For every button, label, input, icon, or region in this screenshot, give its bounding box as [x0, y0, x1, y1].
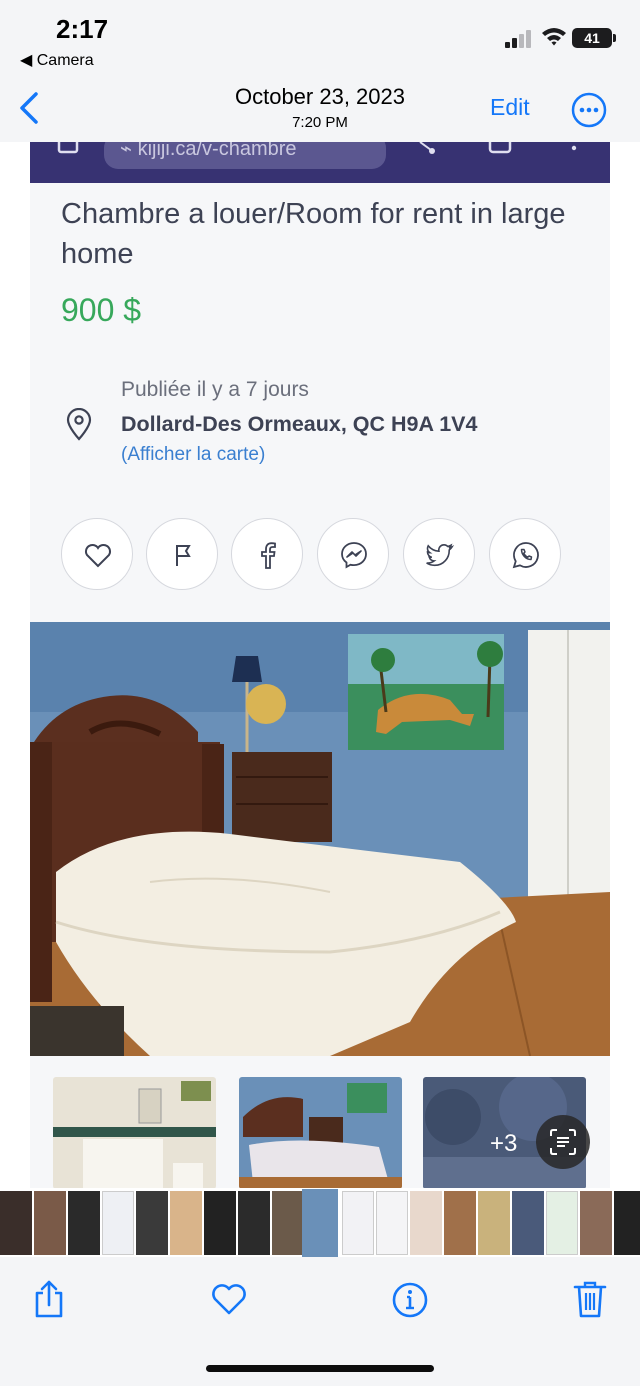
battery-cap: [613, 34, 616, 42]
facebook-share-button: [231, 518, 303, 590]
film-thumb[interactable]: [0, 1191, 32, 1255]
messenger-share-button: [317, 518, 389, 590]
film-thumb[interactable]: [478, 1191, 510, 1255]
posted-date: Publiée il y a 7 jours: [121, 378, 309, 401]
photo-filmstrip[interactable]: [0, 1189, 640, 1257]
listing-address: Dollard-Des Ormeaux, QC H9A 1V4: [121, 412, 478, 436]
bottom-toolbar: [0, 1257, 640, 1386]
film-thumb[interactable]: [546, 1191, 578, 1255]
film-thumb[interactable]: [170, 1191, 202, 1255]
live-text-icon: [550, 1129, 576, 1155]
show-map-link: (Afficher la carte): [121, 444, 266, 465]
photo-date: October 23, 2023: [234, 84, 405, 109]
film-thumb[interactable]: [512, 1191, 544, 1255]
share-icon[interactable]: [30, 1279, 68, 1319]
kijiji-header: ⌁ kijiji.ca/v-chambre: [30, 142, 610, 183]
film-thumb[interactable]: [376, 1191, 408, 1255]
share-icon: [419, 142, 435, 154]
film-thumb[interactable]: [34, 1191, 66, 1255]
film-thumb[interactable]: [410, 1191, 442, 1255]
wifi-icon: [542, 28, 566, 46]
heart-icon[interactable]: [210, 1279, 248, 1319]
twitter-icon: [426, 543, 455, 567]
home-indicator: [206, 1365, 434, 1372]
listing-price: 900 $: [61, 292, 142, 328]
cellular-signal-icon: [505, 30, 535, 48]
film-thumb[interactable]: [68, 1191, 100, 1255]
status-time: 2:17: [56, 14, 109, 44]
favorite-button: [61, 518, 133, 590]
trash-icon[interactable]: [571, 1279, 609, 1319]
location-pin-icon: [66, 408, 92, 441]
photo-viewer: 2:17 ◀ Camera 41 October 23, 2023 7:20 P…: [0, 0, 640, 1386]
edit-button[interactable]: Edit: [490, 94, 530, 121]
live-text-button[interactable]: [536, 1115, 590, 1169]
messenger-icon: [341, 542, 367, 569]
tab-count-icon: [488, 142, 512, 154]
film-thumb[interactable]: [204, 1191, 236, 1255]
thumbnail-bedroom: [239, 1077, 402, 1188]
photo-time: 7:20 PM: [292, 114, 348, 131]
thumbnail-bathroom: [53, 1077, 216, 1188]
film-thumb[interactable]: [614, 1191, 640, 1255]
report-button: [146, 518, 218, 590]
film-thumb[interactable]: [102, 1191, 134, 1255]
back-to-camera-link[interactable]: ◀ Camera: [20, 50, 94, 70]
battery-indicator: 41: [572, 28, 612, 48]
photo-nav-bar: October 23, 2023 7:20 PM Edit: [0, 76, 640, 142]
tabs-icon: [57, 142, 79, 154]
url-bar: ⌁ kijiji.ca/v-chambre: [104, 142, 386, 169]
whatsapp-share-button: [489, 518, 561, 590]
flag-icon: [176, 545, 191, 566]
listing-photo: [30, 622, 610, 1056]
screenshot-image: ⌁ kijiji.ca/v-chambre Chambre a louer/Ro…: [30, 142, 610, 1188]
film-thumb[interactable]: [444, 1191, 476, 1255]
facebook-icon: [261, 542, 276, 569]
film-thumb-selected[interactable]: [302, 1189, 338, 1257]
more-options-icon[interactable]: [571, 92, 607, 128]
kebab-menu-icon: [571, 145, 577, 151]
listing-title: Chambre a louer/Room for rent in large h…: [61, 198, 566, 270]
film-thumb[interactable]: [136, 1191, 168, 1255]
status-bar: 2:17 ◀ Camera 41: [0, 0, 640, 76]
info-icon[interactable]: [391, 1279, 429, 1319]
film-thumb[interactable]: [238, 1191, 270, 1255]
film-thumb[interactable]: [342, 1191, 374, 1255]
whatsapp-icon: [512, 542, 539, 569]
twitter-share-button: [403, 518, 475, 590]
more-photos-count: +3: [490, 1130, 518, 1157]
favorite-icon: [84, 543, 112, 568]
film-thumb[interactable]: [580, 1191, 612, 1255]
film-thumb[interactable]: [272, 1191, 304, 1255]
